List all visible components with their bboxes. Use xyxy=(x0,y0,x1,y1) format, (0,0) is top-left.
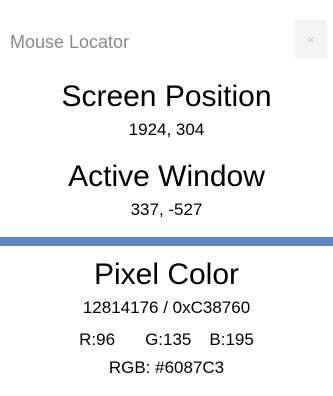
window-title: Mouse Locator xyxy=(10,32,130,52)
pixel-color-decimal-hex: 12814176 / 0xC38760 xyxy=(82,298,251,317)
pixel-color-section: Pixel Color 12814176 / 0xC38760 R:96 G:1… xyxy=(0,258,333,378)
active-window-heading: Active Window xyxy=(68,160,265,193)
red-value: R:96 xyxy=(79,330,116,349)
rgb-components-row: R:96 G:135 B:195 xyxy=(0,330,333,350)
blue-value: B:195 xyxy=(209,330,254,349)
screen-position-section: Screen Position 1924, 304 xyxy=(0,80,333,140)
active-window-section: Active Window 337, -527 xyxy=(0,160,333,220)
screen-position-value: 1924, 304 xyxy=(128,120,205,139)
active-window-value: 337, -527 xyxy=(130,200,203,219)
rgb-hex-value: RGB: #6087C3 xyxy=(108,358,225,377)
title-bar[interactable]: Mouse Locator × xyxy=(0,0,333,74)
close-button[interactable]: × xyxy=(295,20,327,58)
screen-position-heading: Screen Position xyxy=(61,80,272,113)
pixel-color-swatch xyxy=(0,237,333,246)
close-icon: × xyxy=(307,31,315,47)
mouse-locator-window: Mouse Locator × Screen Position 1924, 30… xyxy=(0,0,333,396)
pixel-color-heading: Pixel Color xyxy=(93,258,240,291)
green-value: G:135 xyxy=(145,330,192,349)
